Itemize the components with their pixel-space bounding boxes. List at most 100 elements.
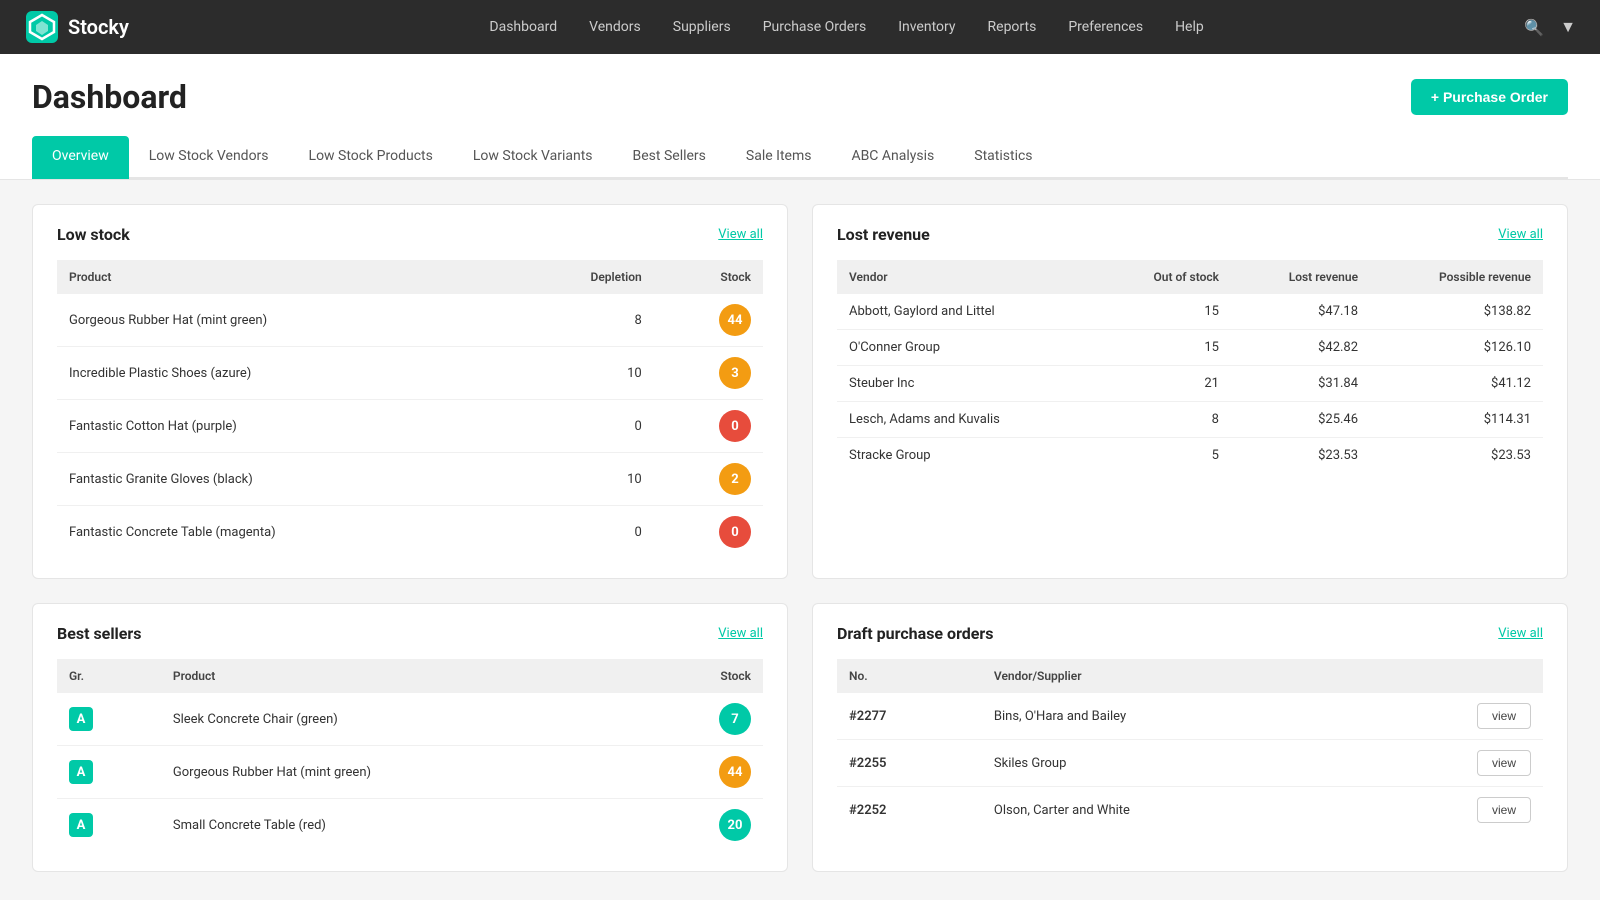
best-sellers-view-all[interactable]: View all: [718, 626, 763, 641]
grade-cell: A: [57, 799, 161, 852]
table-row: A Sleek Concrete Chair (green) 7: [57, 693, 763, 746]
product-name: Small Concrete Table (red): [161, 799, 642, 852]
col-out-of-stock: Out of stock: [1098, 260, 1231, 294]
vendor-name: Bins, O'Hara and Bailey: [982, 693, 1359, 740]
product-name: Gorgeous Rubber Hat (mint green): [161, 746, 642, 799]
search-icon[interactable]: 🔍: [1524, 18, 1544, 37]
page-header: Dashboard + Purchase Order Overview Low …: [0, 54, 1600, 180]
table-row: Fantastic Granite Gloves (black) 10 2: [57, 453, 763, 506]
page-title: Dashboard: [32, 78, 187, 116]
table-row: Lesch, Adams and Kuvalis 8 $25.46 $114.3…: [837, 402, 1543, 438]
low-stock-view-all[interactable]: View all: [718, 227, 763, 242]
lost-revenue-value: $23.53: [1231, 438, 1370, 474]
order-number: #2252: [837, 787, 982, 834]
lost-revenue-value: $31.84: [1231, 366, 1370, 402]
tab-low-stock-variants[interactable]: Low Stock Variants: [453, 136, 613, 179]
vendor-name: O'Conner Group: [837, 330, 1098, 366]
nav-help[interactable]: Help: [1175, 19, 1204, 35]
draft-orders-table: No. Vendor/Supplier #2277 Bins, O'Hara a…: [837, 659, 1543, 833]
col-depletion: Depletion: [507, 260, 654, 294]
stock-badge: 7: [719, 703, 751, 735]
col-no: No.: [837, 659, 982, 693]
vendor-name: Skiles Group: [982, 740, 1359, 787]
table-row: Fantastic Cotton Hat (purple) 0 0: [57, 400, 763, 453]
col-product: Product: [57, 260, 507, 294]
nav-vendors[interactable]: Vendors: [589, 19, 641, 35]
view-cell: view: [1359, 787, 1543, 834]
col-vendor-supplier: Vendor/Supplier: [982, 659, 1359, 693]
lost-revenue-value: $47.18: [1231, 294, 1370, 330]
stock-badge: 44: [719, 756, 751, 788]
grade-badge: A: [69, 760, 93, 784]
table-row: Incredible Plastic Shoes (azure) 10 3: [57, 347, 763, 400]
nav-inventory[interactable]: Inventory: [898, 19, 955, 35]
stock-badge: 20: [719, 809, 751, 841]
draft-orders-card: Draft purchase orders View all No. Vendo…: [812, 603, 1568, 872]
product-name: Sleek Concrete Chair (green): [161, 693, 642, 746]
depletion-value: 10: [507, 347, 654, 400]
col-lost-revenue: Lost revenue: [1231, 260, 1370, 294]
view-order-button[interactable]: view: [1477, 797, 1531, 823]
depletion-value: 0: [507, 506, 654, 559]
out-of-stock-value: 8: [1098, 402, 1231, 438]
lost-revenue-value: $42.82: [1231, 330, 1370, 366]
view-order-button[interactable]: view: [1477, 703, 1531, 729]
low-stock-title: Low stock: [57, 225, 130, 244]
product-name: Fantastic Granite Gloves (black): [57, 453, 507, 506]
best-sellers-title: Best sellers: [57, 624, 142, 643]
tab-low-stock-products[interactable]: Low Stock Products: [289, 136, 453, 179]
draft-orders-view-all[interactable]: View all: [1498, 626, 1543, 641]
lost-revenue-card: Lost revenue View all Vendor Out of stoc…: [812, 204, 1568, 579]
tab-low-stock-vendors[interactable]: Low Stock Vendors: [129, 136, 289, 179]
best-sellers-card: Best sellers View all Gr. Product Stock …: [32, 603, 788, 872]
vendor-name: Stracke Group: [837, 438, 1098, 474]
stock-badge: 3: [719, 357, 751, 389]
nav-links: Dashboard Vendors Suppliers Purchase Ord…: [169, 19, 1524, 35]
vendor-name: Abbott, Gaylord and Littel: [837, 294, 1098, 330]
product-name: Gorgeous Rubber Hat (mint green): [57, 294, 507, 347]
lost-revenue-view-all[interactable]: View all: [1498, 227, 1543, 242]
caret-icon[interactable]: ▼: [1560, 17, 1576, 37]
logo-text: Stocky: [68, 15, 129, 39]
table-row: #2252 Olson, Carter and White view: [837, 787, 1543, 834]
product-name: Incredible Plastic Shoes (azure): [57, 347, 507, 400]
nav-purchase-orders[interactable]: Purchase Orders: [763, 19, 866, 35]
view-cell: view: [1359, 693, 1543, 740]
stock-value: 44: [654, 294, 763, 347]
vendor-name: Olson, Carter and White: [982, 787, 1359, 834]
draft-orders-title: Draft purchase orders: [837, 624, 994, 643]
table-row: #2255 Skiles Group view: [837, 740, 1543, 787]
out-of-stock-value: 15: [1098, 330, 1231, 366]
possible-revenue-value: $138.82: [1370, 294, 1543, 330]
lost-revenue-value: $25.46: [1231, 402, 1370, 438]
grade-cell: A: [57, 693, 161, 746]
tab-best-sellers[interactable]: Best Sellers: [613, 136, 726, 179]
product-name: Fantastic Cotton Hat (purple): [57, 400, 507, 453]
purchase-order-button[interactable]: + Purchase Order: [1411, 79, 1568, 115]
nav-preferences[interactable]: Preferences: [1068, 19, 1143, 35]
order-number: #2277: [837, 693, 982, 740]
nav-suppliers[interactable]: Suppliers: [673, 19, 731, 35]
stock-badge: 0: [719, 410, 751, 442]
tab-sale-items[interactable]: Sale Items: [726, 136, 832, 179]
col-stock: Stock: [654, 260, 763, 294]
table-row: O'Conner Group 15 $42.82 $126.10: [837, 330, 1543, 366]
table-row: Steuber Inc 21 $31.84 $41.12: [837, 366, 1543, 402]
grade-badge: A: [69, 707, 93, 731]
col-vendor: Vendor: [837, 260, 1098, 294]
tab-abc-analysis[interactable]: ABC Analysis: [831, 136, 954, 179]
best-sellers-table: Gr. Product Stock A Sleek Concrete Chair…: [57, 659, 763, 851]
stock-value: 2: [654, 453, 763, 506]
nav-dashboard[interactable]: Dashboard: [489, 19, 557, 35]
out-of-stock-value: 15: [1098, 294, 1231, 330]
nav-reports[interactable]: Reports: [988, 19, 1037, 35]
view-order-button[interactable]: view: [1477, 750, 1531, 776]
grade-badge: A: [69, 813, 93, 837]
col-stock: Stock: [642, 659, 763, 693]
tab-statistics[interactable]: Statistics: [954, 136, 1052, 179]
logo[interactable]: Stocky: [24, 9, 129, 45]
col-possible-revenue: Possible revenue: [1370, 260, 1543, 294]
tab-overview[interactable]: Overview: [32, 136, 129, 179]
table-row: Gorgeous Rubber Hat (mint green) 8 44: [57, 294, 763, 347]
possible-revenue-value: $23.53: [1370, 438, 1543, 474]
